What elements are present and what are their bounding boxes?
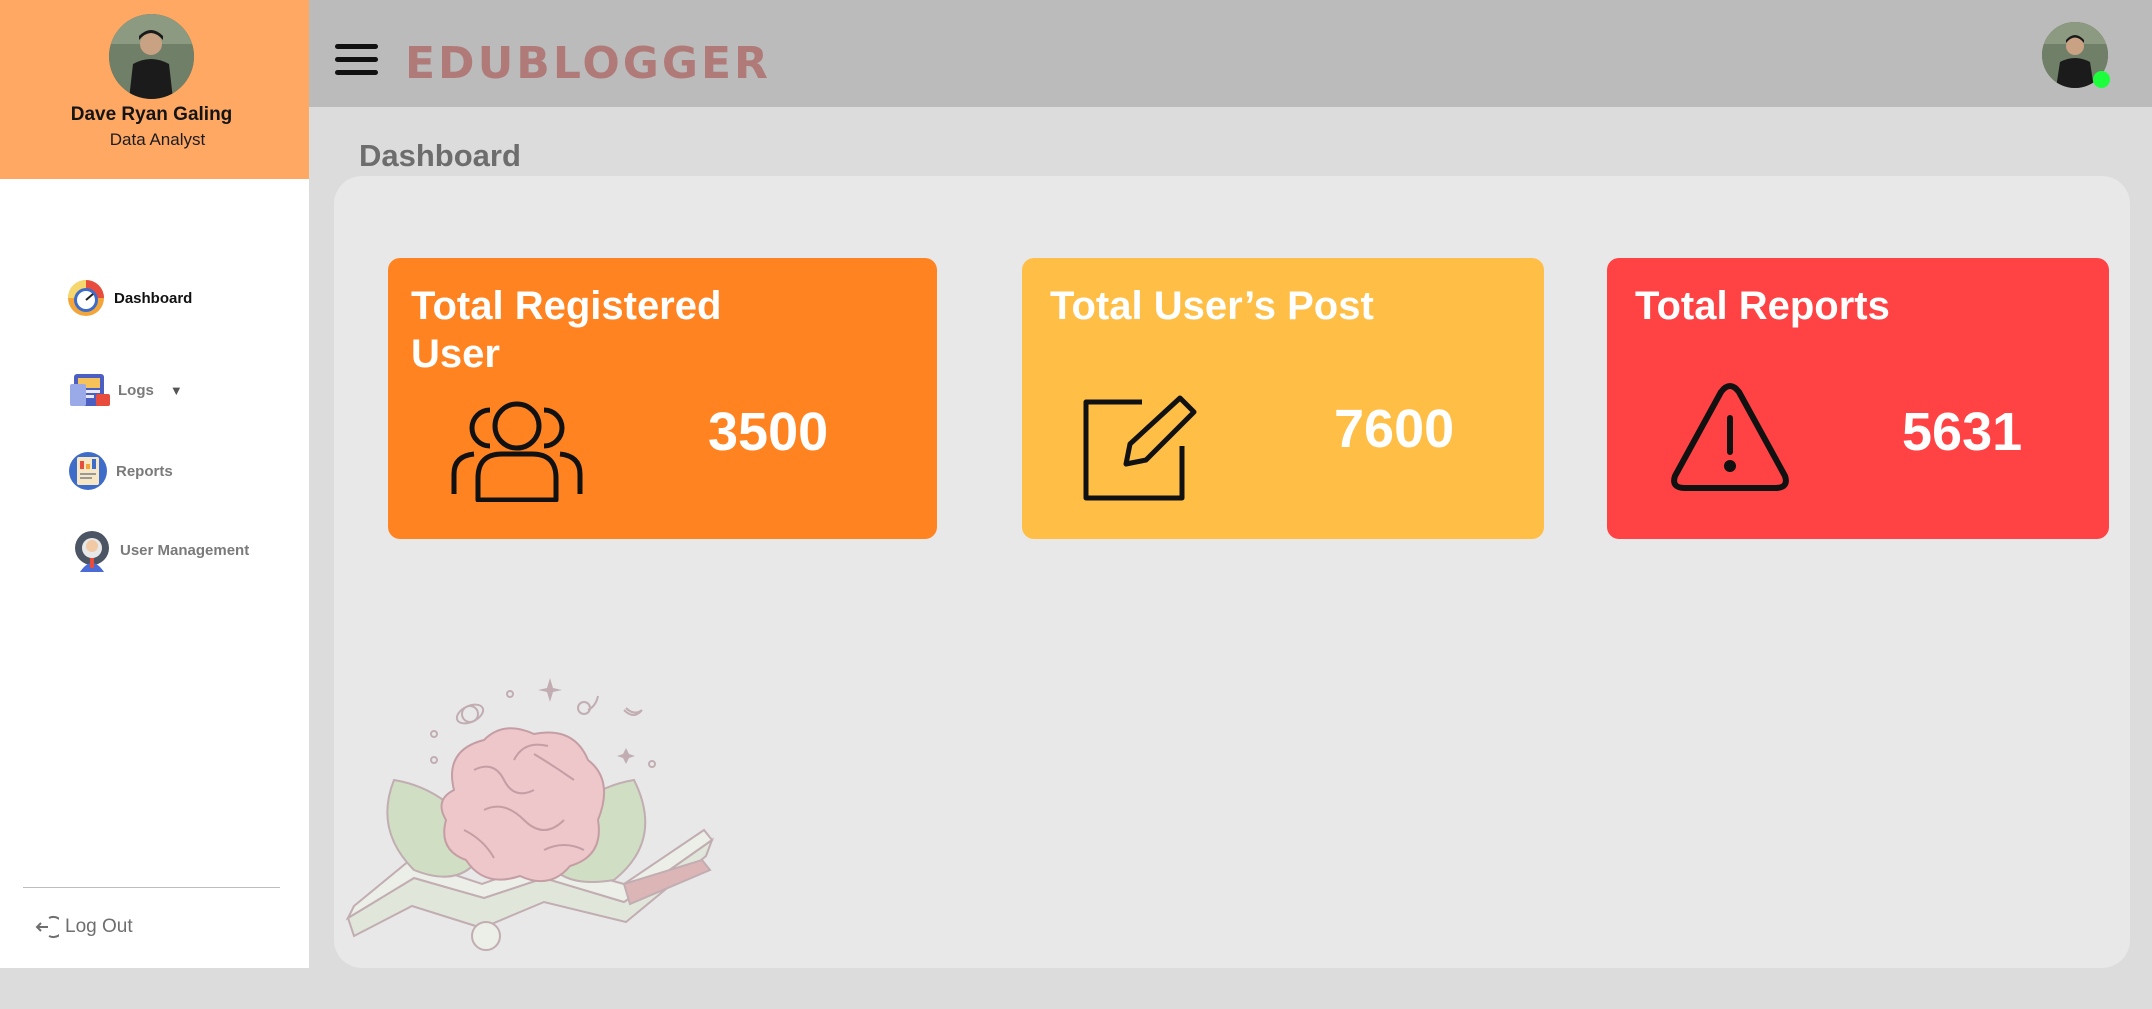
card-title: Total Registered User <box>411 282 721 378</box>
dashboard-gauge-icon <box>68 280 104 316</box>
profile-name: Dave Ryan Galing <box>70 104 233 125</box>
sidebar-item-label: Dashboard <box>114 289 193 307</box>
warning-triangle-icon <box>1671 383 1789 491</box>
user-management-icon <box>75 531 109 572</box>
sidebar-divider <box>23 887 280 888</box>
brain-book-illustration <box>345 678 715 951</box>
sidebar-item-dashboard[interactable]: Dashboard <box>64 276 192 320</box>
profile-header: Dave Ryan Galing Data Analyst <box>0 0 309 179</box>
page-title: Dashboard <box>359 138 521 173</box>
sidebar-item-user-management[interactable]: User Management <box>70 528 249 572</box>
brand-logo: EDUBLOGGER <box>405 38 771 89</box>
total-reports-value: 5631 <box>1902 402 2023 462</box>
total-reports-card[interactable]: Total Reports 5631 <box>1607 258 2109 539</box>
logout-button[interactable]: Log Out <box>33 914 133 940</box>
card-title: Total User’s Post <box>1050 284 1374 328</box>
profile-avatar[interactable] <box>109 14 194 99</box>
logout-icon <box>35 916 59 938</box>
sidebar-item-logs[interactable]: Logs ▼ <box>68 368 183 412</box>
sidebar-item-label: Logs <box>118 381 154 399</box>
profile-role: Data Analyst <box>109 130 206 149</box>
card-title-line1: Total Registered <box>411 284 722 328</box>
sidebar: Dave Ryan Galing Data Analyst Dashboard … <box>0 0 309 968</box>
sidebar-item-reports[interactable]: Reports <box>66 449 173 493</box>
logs-icon <box>70 374 110 406</box>
online-status-indicator <box>2093 71 2110 88</box>
chevron-down-icon[interactable]: ▼ <box>170 383 183 398</box>
total-users-value: 3500 <box>708 402 829 462</box>
top-bar: EDUBLOGGER <box>309 0 2152 107</box>
reports-icon <box>69 452 107 490</box>
total-registered-users-card[interactable]: Total Registered User 3500 <box>388 258 937 539</box>
sidebar-item-label: Reports <box>116 462 173 480</box>
card-title: Total Reports <box>1635 284 1890 328</box>
edit-square-icon <box>1083 395 1197 501</box>
sidebar-item-label: User Management <box>120 541 250 559</box>
menu-icon[interactable] <box>335 44 378 80</box>
total-posts-value: 7600 <box>1334 399 1455 459</box>
card-title-line2: User <box>411 332 500 376</box>
total-user-posts-card[interactable]: Total User’s Post 7600 <box>1022 258 1544 539</box>
logout-label: Log Out <box>65 916 133 937</box>
users-group-icon <box>451 401 583 502</box>
